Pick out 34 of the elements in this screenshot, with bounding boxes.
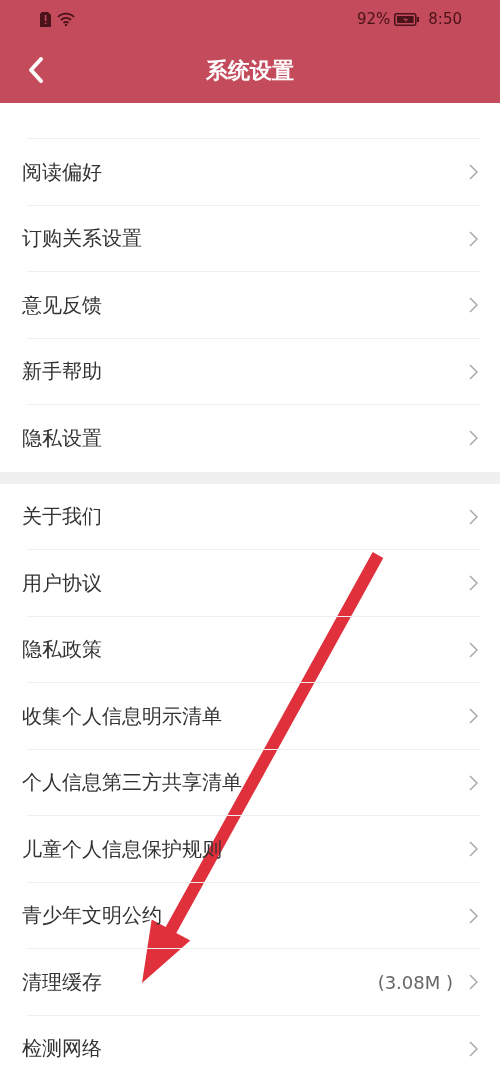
- settings-item[interactable]: 新手帮助: [0, 338, 500, 405]
- chevron-icon: [469, 708, 478, 725]
- settings-item[interactable]: 青少年文明公约: [0, 882, 500, 949]
- chevron-icon: [469, 363, 478, 380]
- chevron-icon: [469, 575, 478, 592]
- chevron-icon: [469, 774, 478, 791]
- chevron-icon: [469, 907, 478, 924]
- chevron-icon: [469, 974, 478, 991]
- battery-icon: [394, 12, 421, 26]
- settings-item[interactable]: 阅读偏好: [0, 139, 500, 206]
- clock: 8:50: [428, 10, 462, 28]
- chevron-icon: [469, 508, 478, 525]
- page-title: 系统设置: [206, 56, 294, 85]
- chevron-icon: [469, 297, 478, 314]
- settings-item[interactable]: 用户协议: [0, 550, 500, 617]
- settings-item[interactable]: 检测网络: [0, 1015, 500, 1082]
- battery-percent: 92%: [356, 10, 391, 28]
- settings-item[interactable]: 清理缓存 (3.08M ): [0, 949, 500, 1016]
- chevron-icon: [469, 1040, 478, 1057]
- sim-icon: [40, 11, 51, 27]
- settings-item[interactable]: 隐私设置: [0, 405, 500, 472]
- wifi-icon: [57, 12, 75, 26]
- chevron-icon: [469, 164, 478, 181]
- chevron-icon: [469, 841, 478, 858]
- settings-item[interactable]: 关于我们: [0, 483, 500, 550]
- settings-item[interactable]: 意见反馈: [0, 272, 500, 339]
- back-icon: [26, 56, 46, 84]
- chevron-icon: [469, 230, 478, 247]
- settings-item[interactable]: 订购关系设置: [0, 205, 500, 272]
- settings-item[interactable]: 个人信息第三方共享清单: [0, 749, 500, 816]
- settings-item[interactable]: 收集个人信息明示清单: [0, 683, 500, 750]
- settings-item[interactable]: 隐私政策: [0, 616, 500, 683]
- chevron-icon: [469, 641, 478, 658]
- chevron-icon: [469, 430, 478, 447]
